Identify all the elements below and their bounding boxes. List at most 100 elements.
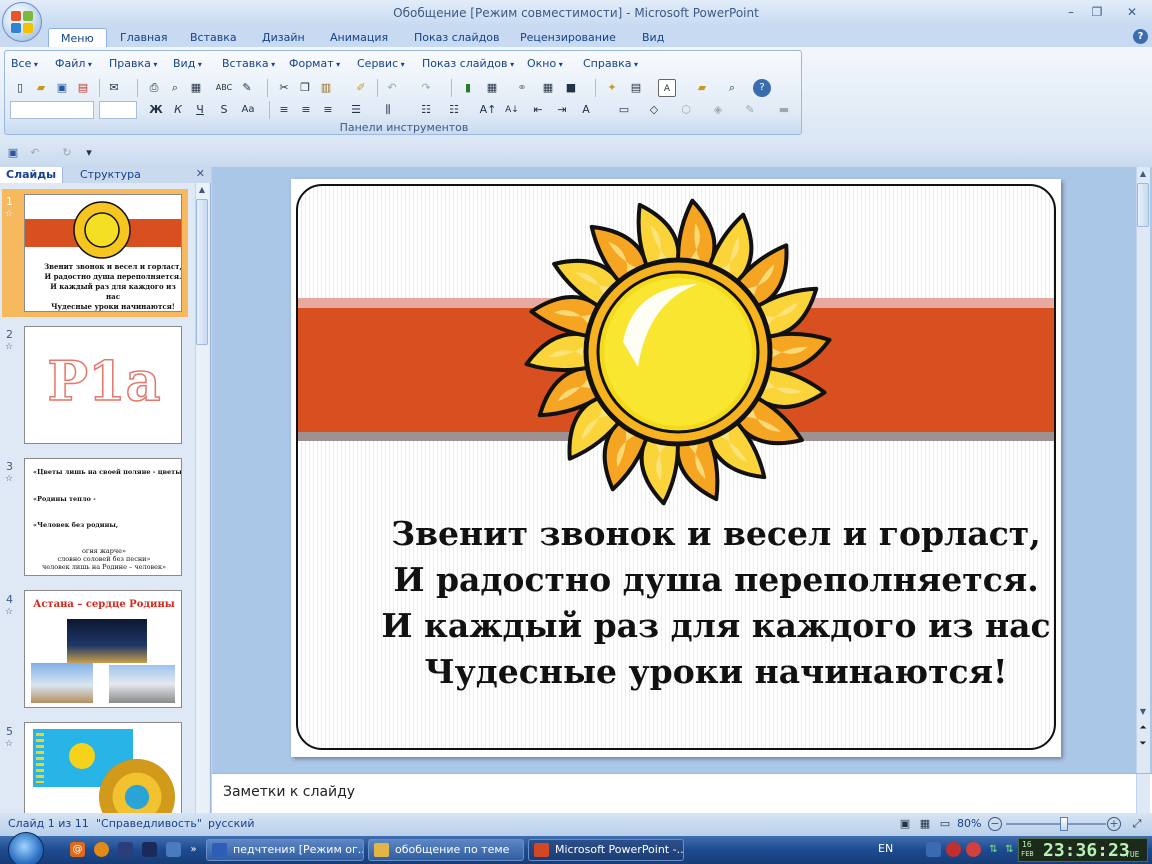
decrease-font-icon[interactable]: A↓ <box>503 101 521 119</box>
tab-animation[interactable]: Анимация <box>318 28 400 48</box>
start-button[interactable] <box>8 832 44 864</box>
qat-save-icon[interactable]: ▣ <box>4 144 22 162</box>
slideshow-view-icon[interactable]: ▭ <box>936 815 954 833</box>
current-slide[interactable]: Звенит звонок и весел и горласт, И радос… <box>291 179 1061 757</box>
scroll-down-icon[interactable]: ▼ <box>1137 707 1149 716</box>
qat-redo-icon[interactable]: ↻ <box>58 144 76 162</box>
slides-scrollbar[interactable]: ▲ <box>195 183 209 813</box>
new-slide-icon[interactable]: ✦ <box>603 79 621 97</box>
slide-thumbnail-3[interactable]: «Цветы лишь на своей поляне - цветы «Род… <box>24 458 182 576</box>
notes-placeholder[interactable]: Заметки к слайду <box>223 784 355 800</box>
more-icon[interactable]: » <box>186 842 201 857</box>
italic-icon[interactable]: К <box>169 101 187 119</box>
columns-icon[interactable]: ⫼ <box>379 101 397 119</box>
zoom-slider-knob[interactable] <box>1060 817 1068 831</box>
previous-slide-icon[interactable]: ⏶ <box>1137 723 1149 733</box>
layout-icon[interactable]: ▤ <box>627 79 645 97</box>
email-icon[interactable]: ✉ <box>105 79 123 97</box>
redo-icon[interactable]: ↷ <box>417 79 435 97</box>
slide-thumbnail-5[interactable] <box>24 722 182 813</box>
menu-file[interactable]: Файл <box>55 57 92 71</box>
tray-app-icon[interactable] <box>966 842 981 857</box>
numbering-icon[interactable]: ☷ <box>417 101 435 119</box>
antivirus-icon[interactable] <box>946 842 961 857</box>
shadow-icon[interactable]: S <box>215 101 233 119</box>
minimize-button[interactable]: – <box>1060 4 1082 20</box>
bullets-icon[interactable]: ☷ <box>445 101 463 119</box>
language-bar[interactable]: EN <box>878 842 893 855</box>
bold-icon[interactable]: Ж <box>147 101 165 119</box>
quicklaunch-app2-icon[interactable] <box>142 842 157 857</box>
hyperlink-icon[interactable]: ⚭ <box>513 79 531 97</box>
slide-scrollbar[interactable]: ▲ ▼ ⏶ ⏷ <box>1136 167 1150 773</box>
menu-all[interactable]: Все <box>11 57 38 71</box>
table-icon[interactable]: ▦ <box>483 79 501 97</box>
notes-scrollbar[interactable] <box>1136 774 1150 814</box>
scrollbar-thumb[interactable] <box>1137 183 1149 227</box>
menu-edit[interactable]: Правка <box>109 57 157 71</box>
close-panel-icon[interactable]: ✕ <box>196 167 205 180</box>
save-icon[interactable]: ▣ <box>53 79 71 97</box>
increase-font-icon[interactable]: A↑ <box>479 101 497 119</box>
menu-slideshow[interactable]: Показ слайдов <box>422 57 514 71</box>
help-icon[interactable]: ? <box>1133 29 1148 44</box>
updates-icon[interactable]: ⇅ <box>1002 842 1017 857</box>
draw-icon[interactable]: ⬡ <box>677 101 695 119</box>
taskbar-button[interactable]: обобщение по теме <box>368 839 524 861</box>
font-combo[interactable] <box>10 101 94 119</box>
textbox-icon[interactable]: A <box>658 79 676 97</box>
zoom-out-icon[interactable]: − <box>988 817 1002 831</box>
fill-color-icon[interactable]: ◈ <box>709 101 727 119</box>
zoom-icon[interactable]: ⌕ <box>723 79 741 97</box>
font-size-combo[interactable] <box>99 101 137 119</box>
print-icon[interactable]: ⎙ <box>145 79 163 97</box>
menu-tools[interactable]: Сервис <box>357 57 405 71</box>
decrease-indent-icon[interactable]: ⇤ <box>529 101 547 119</box>
align-left-icon[interactable]: ≡ <box>275 101 293 119</box>
tab-view[interactable]: Вид <box>630 28 676 48</box>
research-icon[interactable]: ✎ <box>238 79 256 97</box>
spelling-icon[interactable]: ABC <box>215 79 233 97</box>
print-preview-icon[interactable]: ⌕ <box>166 79 184 97</box>
new-icon[interactable]: ▯ <box>11 79 29 97</box>
align-center-icon[interactable]: ≡ <box>297 101 315 119</box>
justify-icon[interactable]: ☰ <box>347 101 365 119</box>
tab-home[interactable]: Главная <box>108 28 180 48</box>
show-desktop-icon[interactable] <box>166 842 181 857</box>
scrollbar-thumb[interactable] <box>196 199 208 345</box>
menu-view[interactable]: Вид <box>173 57 202 71</box>
menu-window[interactable]: Окно <box>527 57 563 71</box>
language-indicator[interactable]: русский <box>208 817 255 830</box>
grid-icon[interactable]: ▦ <box>539 79 557 97</box>
zoom-in-icon[interactable]: + <box>1107 817 1121 831</box>
chart-icon[interactable]: ▮ <box>459 79 477 97</box>
permission-icon[interactable]: ▤ <box>74 79 92 97</box>
help-small-icon[interactable]: ? <box>753 79 771 97</box>
preview-icon[interactable]: ▦ <box>187 79 205 97</box>
sync-icon[interactable]: ⇅ <box>986 842 1001 857</box>
qat-undo-icon[interactable]: ↶ <box>26 144 44 162</box>
tab-slideshow[interactable]: Показ слайдов <box>402 28 512 48</box>
normal-view-icon[interactable]: ▣ <box>896 815 914 833</box>
undo-icon[interactable]: ↶ <box>383 79 401 97</box>
office-button[interactable] <box>2 2 42 42</box>
qat-customize-icon[interactable]: ▾ <box>80 144 98 162</box>
clock[interactable]: 16 FEB 23:36:23 TUE <box>1018 838 1148 862</box>
increase-indent-icon[interactable]: ⇥ <box>553 101 571 119</box>
scroll-up-icon[interactable]: ▲ <box>196 185 208 194</box>
tab-design[interactable]: Дизайн <box>250 28 317 48</box>
maximize-button[interactable]: ❐ <box>1086 4 1108 20</box>
tab-menu[interactable]: Меню <box>48 28 107 48</box>
firefox-icon[interactable] <box>94 842 109 857</box>
paste-icon[interactable]: ▥ <box>317 79 335 97</box>
slide-sorter-icon[interactable]: ▦ <box>916 815 934 833</box>
tab-insert[interactable]: Вставка <box>178 28 249 48</box>
quicklaunch-mail-icon[interactable]: @ <box>70 842 85 857</box>
next-slide-icon[interactable]: ⏷ <box>1137 739 1149 749</box>
slide-thumbnail-4[interactable]: Астана – сердце Родины <box>24 590 182 708</box>
line-style-icon[interactable]: ▬ <box>775 101 793 119</box>
tab-outline[interactable]: Структура <box>74 167 147 183</box>
menu-help[interactable]: Справка <box>583 57 638 71</box>
font-color-icon[interactable]: A <box>577 101 595 119</box>
cut-icon[interactable]: ✂ <box>275 79 293 97</box>
